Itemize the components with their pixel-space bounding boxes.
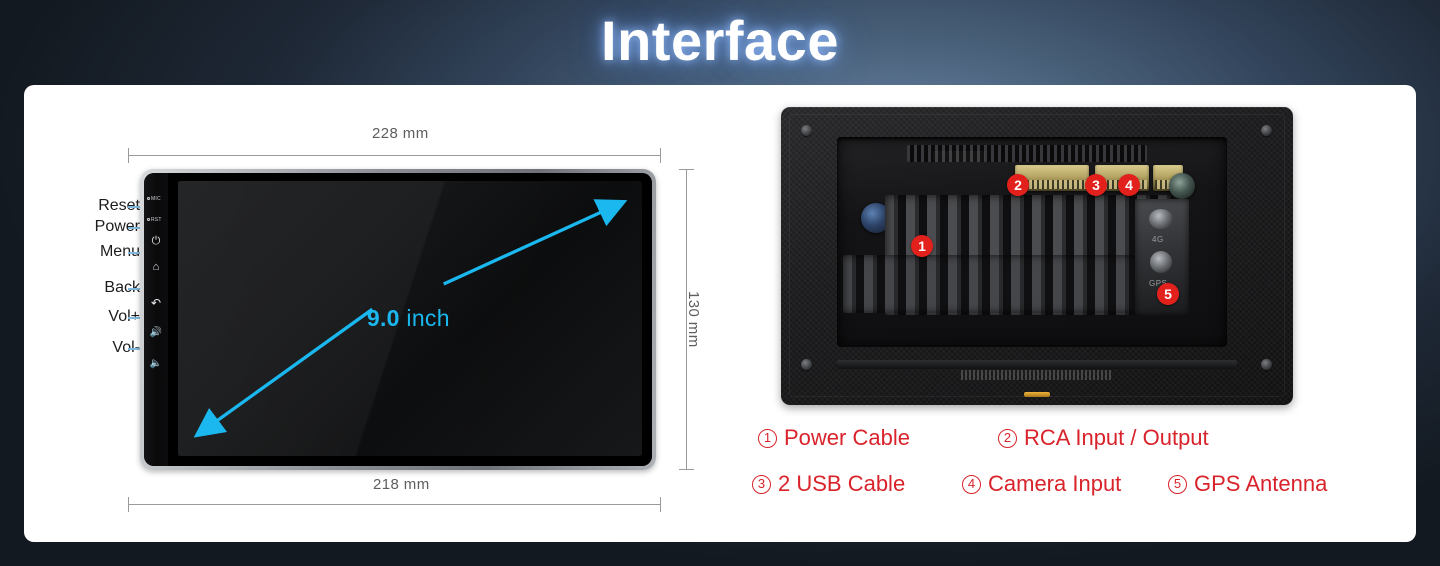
screw <box>1261 125 1272 136</box>
legend-number-2: 2 <box>998 428 1017 448</box>
legend-number-3: 3 <box>752 474 771 494</box>
legend-item-gps: 5 GPS Antenna <box>1168 471 1327 497</box>
dimension-tick-top-right <box>660 148 661 163</box>
dimension-label-width-bottom: 218 mm <box>373 476 430 493</box>
legend-label-gps: GPS Antenna <box>1194 471 1328 496</box>
dimension-tick-right-bottom <box>679 469 694 470</box>
content-card: 228 mm 218 mm 130 mm Reset Power Menu Ba… <box>24 85 1416 542</box>
legend-number-1: 1 <box>758 428 777 448</box>
badge-5: 5 <box>1157 283 1179 305</box>
legend-item-rca: 2 RCA Input / Output <box>998 425 1209 451</box>
legend-item-usb: 3 2 USB Cable <box>752 471 905 497</box>
legend-number-5: 5 <box>1168 474 1187 494</box>
bottom-rail <box>837 360 1237 369</box>
page-root: Interface 228 mm 218 mm 130 mm Reset Pow… <box>0 0 1440 566</box>
dimension-label-height: 130 mm <box>685 291 702 348</box>
head-unit-front: MIC RST ⏻ ⌂ ↶ 🔊 🔈 9.0 inch <box>140 169 656 470</box>
badge-3: 3 <box>1085 174 1107 196</box>
legend-label-rca: RCA Input / Output <box>1024 425 1209 450</box>
antenna-port-gps <box>1150 251 1172 273</box>
screen-glass: 9.0 inch <box>178 181 642 456</box>
button-bezel: MIC RST ⏻ ⌂ ↶ 🔊 🔈 <box>144 173 168 466</box>
heatsink-fins-lower <box>843 255 1143 313</box>
front-view-panel: 228 mm 218 mm 130 mm Reset Power Menu Ba… <box>24 85 744 542</box>
legend-item-power-cable: 1 Power Cable <box>758 425 910 451</box>
badge-1: 1 <box>911 235 933 257</box>
antenna-jack <box>1169 173 1195 199</box>
head-unit-rear: 4G GPS <box>781 107 1293 405</box>
dimension-label-width-top: 228 mm <box>372 125 429 142</box>
legend-number-4: 4 <box>962 474 981 494</box>
connector-cavity: 4G GPS <box>837 137 1227 347</box>
touchscreen-display[interactable]: 9.0 inch <box>168 173 652 466</box>
reset-pinhole-icon[interactable]: RST <box>147 218 162 223</box>
plate-label-4g: 4G <box>1152 235 1164 244</box>
screw <box>1261 359 1272 370</box>
title-band: Interface <box>0 0 1440 86</box>
power-icon[interactable]: ⏻ <box>148 236 164 247</box>
connector-legend: 1 Power Cable 2 RCA Input / Output 3 2 U… <box>744 421 1416 531</box>
rear-view-panel: 4G GPS 1 2 3 4 5 1 Power Cable 2 RCA Inp… <box>744 85 1416 542</box>
gold-contact-tab <box>1024 392 1050 397</box>
dimension-tick-top-left <box>128 148 129 163</box>
dimension-tick-right-top <box>679 169 694 170</box>
antenna-port-4g <box>1149 209 1173 229</box>
screen-size-label: 9.0 inch <box>366 304 450 331</box>
home-icon[interactable]: ⌂ <box>148 262 164 273</box>
badge-2: 2 <box>1007 174 1029 196</box>
dimension-tick-bottom-right <box>660 497 661 512</box>
screw <box>801 359 812 370</box>
page-title: Interface <box>601 9 839 72</box>
badge-4: 4 <box>1118 174 1140 196</box>
mic-pinhole-icon: MIC <box>147 197 161 202</box>
volume-up-icon[interactable]: 🔊 <box>148 327 164 338</box>
dimension-line-bottom <box>128 504 660 505</box>
dimension-line-top <box>128 155 660 156</box>
legend-label-usb: 2 USB Cable <box>778 471 906 496</box>
serial-number-print <box>961 370 1113 380</box>
screw <box>801 125 812 136</box>
head-unit-front-body: MIC RST ⏻ ⌂ ↶ 🔊 🔈 9.0 inch <box>144 173 652 466</box>
legend-label-power-cable: Power Cable <box>784 425 910 450</box>
legend-label-camera: Camera Input <box>988 471 1122 496</box>
dimension-tick-bottom-left <box>128 497 129 512</box>
vent-slats <box>907 145 1147 162</box>
legend-item-camera: 4 Camera Input <box>962 471 1121 497</box>
volume-down-icon[interactable]: 🔈 <box>148 358 164 369</box>
back-arrow-icon[interactable]: ↶ <box>148 297 164 309</box>
